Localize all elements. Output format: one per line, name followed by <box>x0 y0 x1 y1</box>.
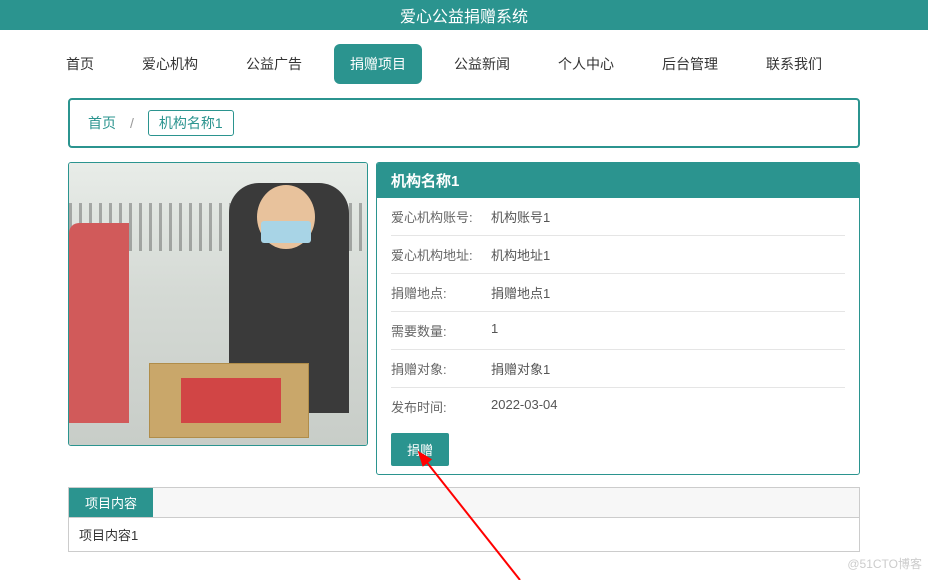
breadcrumb: 首页 / 机构名称1 <box>68 98 860 148</box>
value-address: 机构地址1 <box>491 245 550 264</box>
row-location: 捐赠地点: 捐赠地点1 <box>391 274 845 312</box>
nav-admin[interactable]: 后台管理 <box>646 44 734 84</box>
donate-wrap: 捐赠 <box>377 425 859 474</box>
nav-projects[interactable]: 捐赠项目 <box>334 44 422 84</box>
header-bar: 爱心公益捐赠系统 <box>0 0 928 30</box>
watermark: @51CTO博客 <box>847 555 922 572</box>
nav-orgs[interactable]: 爱心机构 <box>126 44 214 84</box>
value-location: 捐赠地点1 <box>491 283 550 302</box>
nav-personal[interactable]: 个人中心 <box>542 44 630 84</box>
info-table: 爱心机构账号: 机构账号1 爱心机构地址: 机构地址1 捐赠地点: 捐赠地点1 … <box>377 198 859 425</box>
label-location: 捐赠地点: <box>391 283 491 302</box>
donate-button[interactable]: 捐赠 <box>391 433 449 466</box>
info-title: 机构名称1 <box>377 163 859 198</box>
row-account: 爱心机构账号: 机构账号1 <box>391 198 845 236</box>
nav-home[interactable]: 首页 <box>50 44 110 84</box>
breadcrumb-current: 机构名称1 <box>148 110 234 136</box>
tab-body: 项目内容1 <box>69 518 859 551</box>
nav-news[interactable]: 公益新闻 <box>438 44 526 84</box>
nav-contact[interactable]: 联系我们 <box>750 44 838 84</box>
tabs: 项目内容 项目内容1 <box>68 487 860 552</box>
value-date: 2022-03-04 <box>491 397 558 416</box>
tab-header: 项目内容 <box>69 488 859 518</box>
row-date: 发布时间: 2022-03-04 <box>391 388 845 425</box>
project-image <box>68 162 368 446</box>
value-quantity: 1 <box>491 321 498 340</box>
breadcrumb-home[interactable]: 首页 <box>88 113 116 133</box>
row-quantity: 需要数量: 1 <box>391 312 845 350</box>
image-placeholder <box>69 163 367 445</box>
nav-ads[interactable]: 公益广告 <box>230 44 318 84</box>
breadcrumb-sep: / <box>130 115 134 131</box>
info-panel: 机构名称1 爱心机构账号: 机构账号1 爱心机构地址: 机构地址1 捐赠地点: … <box>376 162 860 475</box>
label-quantity: 需要数量: <box>391 321 491 340</box>
value-account: 机构账号1 <box>491 207 550 226</box>
content-area: 首页 / 机构名称1 机构名称1 爱心机构账号: 机构账号1 <box>0 98 928 552</box>
tab-content[interactable]: 项目内容 <box>69 488 153 517</box>
row-address: 爱心机构地址: 机构地址1 <box>391 236 845 274</box>
label-date: 发布时间: <box>391 397 491 416</box>
label-account: 爱心机构账号: <box>391 207 491 226</box>
label-address: 爱心机构地址: <box>391 245 491 264</box>
main-nav: 首页 爱心机构 公益广告 捐赠项目 公益新闻 个人中心 后台管理 联系我们 <box>0 30 928 98</box>
label-target: 捐赠对象: <box>391 359 491 378</box>
value-target: 捐赠对象1 <box>491 359 550 378</box>
row-target: 捐赠对象: 捐赠对象1 <box>391 350 845 388</box>
app-title: 爱心公益捐赠系统 <box>400 3 528 27</box>
main-row: 机构名称1 爱心机构账号: 机构账号1 爱心机构地址: 机构地址1 捐赠地点: … <box>68 162 860 475</box>
